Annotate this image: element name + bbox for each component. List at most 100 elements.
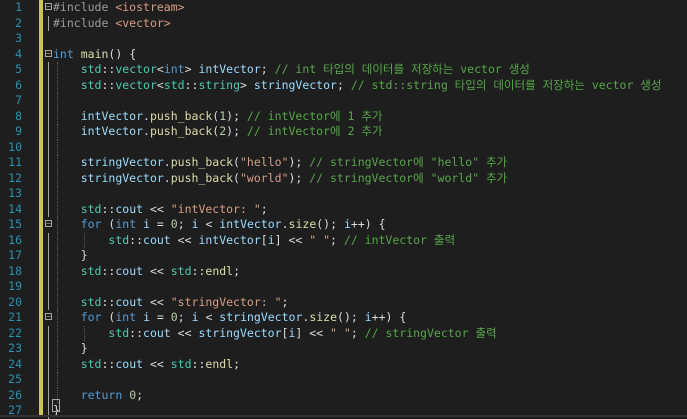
line-number: 15	[8, 217, 22, 231]
code-line[interactable]: 3	[0, 31, 687, 47]
code-text[interactable]: std::cout << "stringVector: ";	[53, 295, 289, 311]
collapse-icon[interactable]: −	[45, 49, 52, 57]
code-line[interactable]: 15 − for (int i = 0; i < intVector.size()…	[0, 217, 687, 233]
line-number: 17	[8, 248, 22, 262]
line-number: 13	[8, 186, 22, 200]
line-number: 7	[15, 93, 22, 107]
code-text[interactable]: std::cout << std::endl;	[53, 264, 240, 280]
collapse-icon[interactable]: −	[45, 3, 52, 11]
fold-rail	[48, 139, 49, 155]
indent-guide	[57, 93, 58, 109]
code-text[interactable]: }	[53, 248, 88, 264]
fold-rail	[48, 201, 49, 217]
line-number: 10	[8, 139, 22, 154]
code-lines[interactable]: 1− #include <iostream> 2 #include <vector> 3…	[0, 0, 687, 419]
line-number: 5	[15, 62, 22, 76]
line-number: 6	[15, 77, 22, 92]
code-line[interactable]: 21 − for (int i = 0; i < stringVector.siz…	[0, 310, 687, 326]
fold-rail	[48, 15, 49, 31]
line-number: 18	[8, 263, 22, 278]
line-number: 25	[8, 372, 22, 386]
code-line[interactable]: 23 }	[0, 341, 687, 357]
indent-guide	[57, 186, 58, 202]
code-line[interactable]: 7	[0, 93, 687, 109]
line-number: 21	[8, 310, 22, 324]
code-text[interactable]: for (int i = 0; i < stringVector.size();…	[53, 310, 407, 326]
code-text[interactable]: std::cout << stringVector[i] << " "; // …	[53, 326, 496, 342]
code-line[interactable]: 24 std::cout << std::endl;	[0, 356, 687, 373]
code-line[interactable]: 14 std::cout << "intVector: ";	[0, 201, 687, 218]
collapse-icon[interactable]: −	[45, 220, 52, 228]
code-line[interactable]: 8 intVector.push_back(1); // intVector에 …	[0, 108, 687, 125]
code-line[interactable]: 1 − #include <iostream>	[0, 0, 687, 16]
code-text[interactable]: stringVector.push_back("world"); // stri…	[53, 171, 507, 187]
fold-rail	[48, 294, 49, 310]
code-text[interactable]: intVector.push_back(1); // intVector에 1 …	[53, 109, 383, 125]
code-line[interactable]: 25	[0, 372, 687, 388]
code-editor[interactable]: 1− #include <iostream> 2 #include <vector> 3…	[0, 0, 687, 419]
code-text[interactable]: std::cout << std::endl;	[53, 357, 240, 373]
line-number: 20	[8, 294, 22, 309]
code-line[interactable]: 6 std::vector<std::string> stringVector;…	[0, 77, 687, 94]
line-number: 11	[8, 155, 22, 169]
code-text[interactable]: int main() {	[53, 47, 136, 63]
fold-rail	[48, 325, 49, 341]
line-number: 8	[15, 108, 22, 123]
code-line[interactable]: 5 std::vector<int> intVector; // int 타입의…	[0, 62, 687, 78]
code-line[interactable]: 10	[0, 139, 687, 155]
fold-rail	[48, 170, 49, 186]
code-line[interactable]: 16 std::cout << intVector[i] << " "; // …	[0, 232, 687, 249]
fold-rail	[48, 279, 49, 295]
fold-rail	[48, 232, 49, 248]
line-number: 2	[15, 15, 22, 30]
line-number: 4	[15, 46, 22, 61]
text-cursor	[52, 399, 60, 412]
line-number: 19	[8, 279, 22, 293]
collapse-icon[interactable]: −	[45, 313, 52, 321]
code-text[interactable]: #include <vector>	[53, 16, 171, 32]
indent-guide	[57, 139, 58, 155]
line-number: 14	[8, 201, 22, 216]
fold-rail	[48, 155, 49, 171]
code-line[interactable]: 26 return 0;	[0, 387, 687, 404]
code-text[interactable]: #include <iostream>	[53, 0, 185, 16]
code-line[interactable]: 19	[0, 279, 687, 295]
code-text[interactable]: return 0;	[53, 388, 143, 404]
code-text[interactable]: for (int i = 0; i < intVector.size(); i+…	[53, 217, 386, 233]
fold-rail	[48, 77, 49, 93]
code-text[interactable]: stringVector.push_back("hello"); // stri…	[53, 155, 507, 171]
line-number: 9	[15, 124, 22, 138]
fold-rail	[48, 248, 49, 264]
code-line[interactable]: 4 − int main() {	[0, 47, 687, 63]
fold-rail	[48, 263, 49, 279]
fold-rail	[48, 62, 49, 78]
line-number: 22	[8, 325, 22, 340]
code-line[interactable]: 20 std::cout << "stringVector: ";	[0, 294, 687, 311]
code-text[interactable]: std::cout << "intVector: ";	[53, 202, 268, 218]
indent-guide	[57, 372, 58, 388]
line-number: 3	[15, 31, 22, 45]
line-number: 26	[8, 387, 22, 402]
code-line[interactable]: 2 #include <vector>	[0, 15, 687, 32]
fold-rail	[48, 186, 49, 202]
code-line[interactable]: 11 stringVector.push_back("hello"); // s…	[0, 155, 687, 171]
fold-rail	[48, 356, 49, 372]
code-text[interactable]: std::vector<std::string> stringVector; /…	[53, 78, 662, 94]
code-line[interactable]: 12 stringVector.push_back("world"); // s…	[0, 170, 687, 187]
code-line[interactable]: 13	[0, 186, 687, 202]
code-text[interactable]: std::cout << intVector[i] << " "; // int…	[53, 233, 455, 249]
line-number: 24	[8, 356, 22, 371]
code-line[interactable]: 17 }	[0, 248, 687, 264]
code-line[interactable]: 22 std::cout << stringVector[i] << " "; …	[0, 325, 687, 342]
code-text[interactable]: }	[53, 341, 88, 357]
code-text[interactable]: intVector.push_back(2); // intVector에 2 …	[53, 124, 383, 140]
code-line[interactable]: 9 intVector.push_back(2); // intVector에 …	[0, 124, 687, 140]
line-number: 23	[8, 341, 22, 355]
fold-rail	[48, 93, 49, 109]
code-line[interactable]: 18 std::cout << std::endl;	[0, 263, 687, 280]
fold-rail	[48, 341, 49, 357]
code-text[interactable]: std::vector<int> intVector; // int 타입의 데…	[53, 62, 530, 78]
indent-guide	[57, 279, 58, 295]
fold-rail	[48, 372, 49, 388]
line-number: 12	[8, 170, 22, 185]
